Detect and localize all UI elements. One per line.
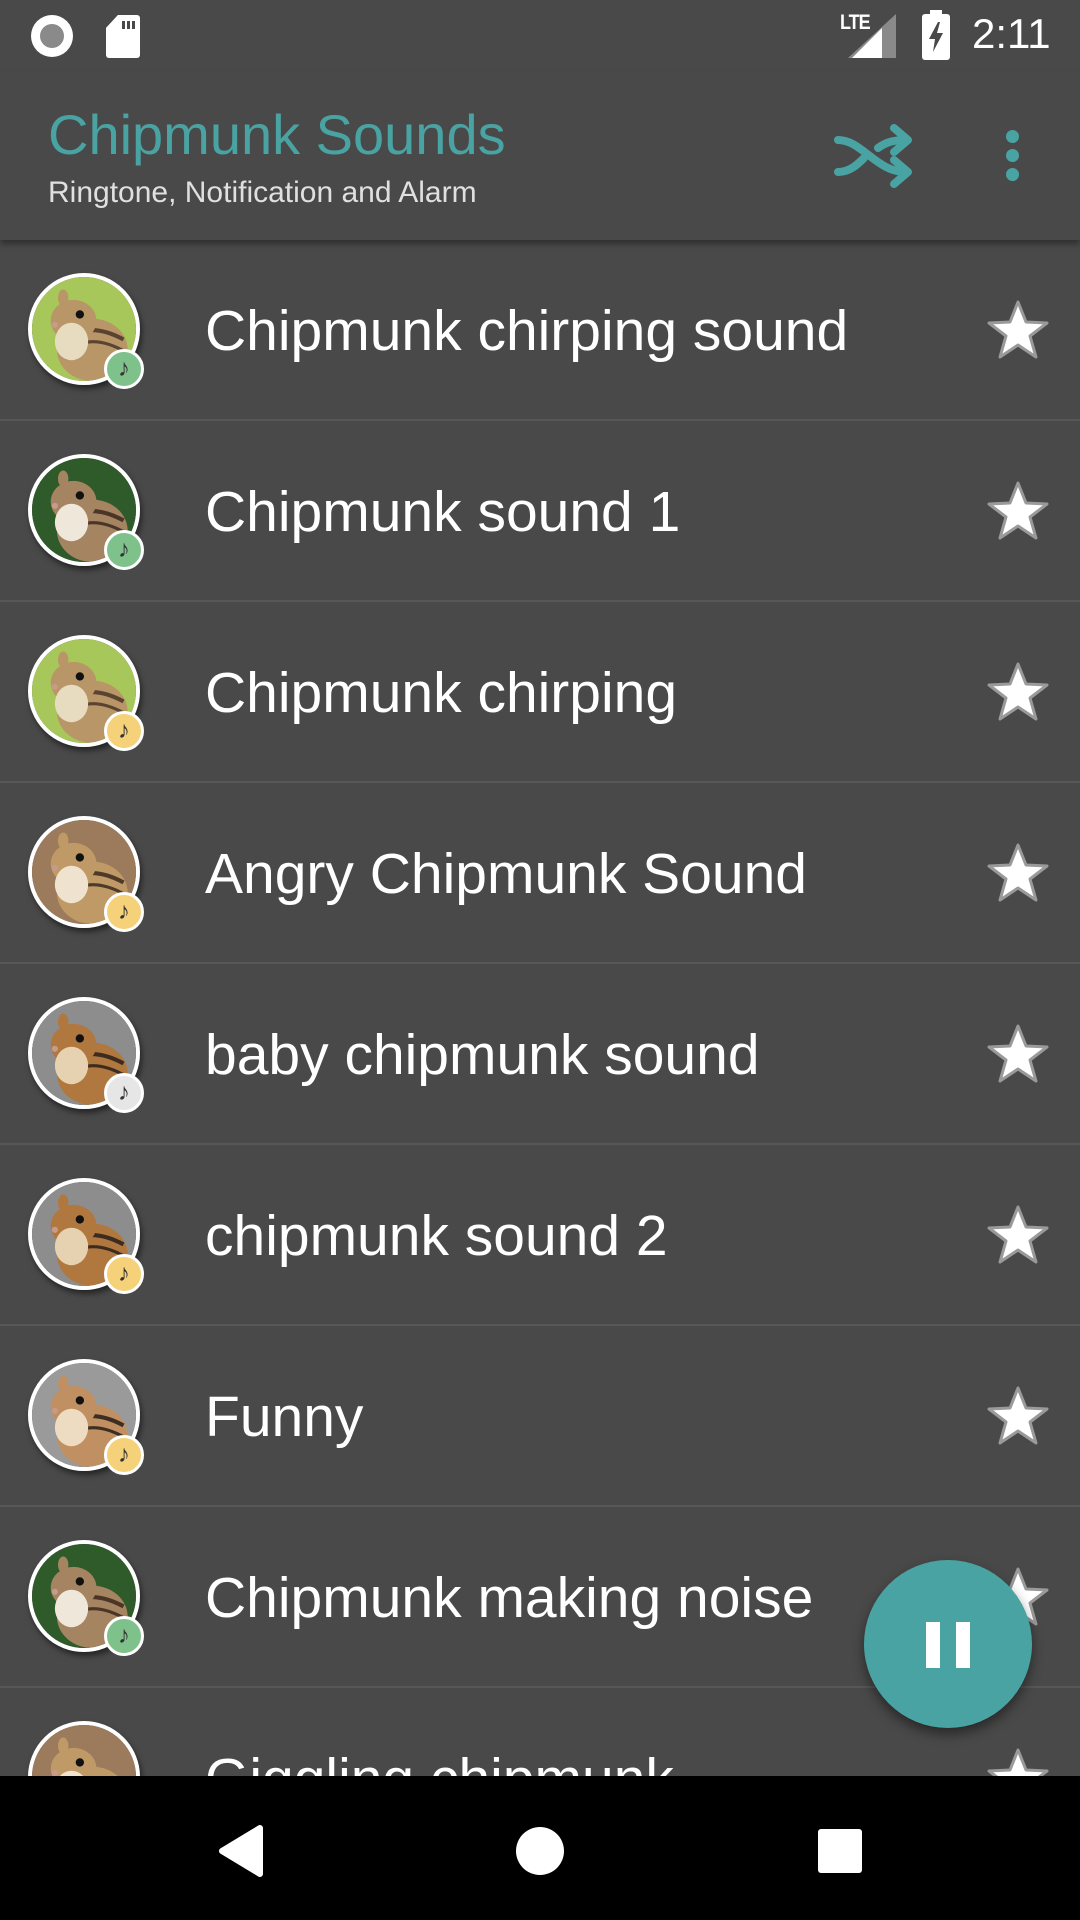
home-button[interactable] xyxy=(500,1816,580,1886)
sound-list[interactable]: ♪ Chipmunk chirping sound ♪ Chipmunk sou… xyxy=(0,240,1080,1776)
music-note-badge-icon: ♪ xyxy=(104,1073,144,1113)
sound-title: chipmunk sound 2 xyxy=(205,1204,668,1268)
music-note-badge-icon: ♪ xyxy=(104,1254,144,1294)
sound-list-item[interactable]: ♪ baby chipmunk sound xyxy=(0,964,1080,1145)
pause-icon-bar xyxy=(956,1622,970,1668)
sound-list-item[interactable]: ♪ Chipmunk chirping sound xyxy=(0,240,1080,421)
sound-avatar: ♪ xyxy=(28,816,146,934)
sound-title: Funny xyxy=(205,1385,364,1449)
sound-avatar: ♪ xyxy=(28,1540,146,1658)
music-note-badge-icon: ♪ xyxy=(104,892,144,932)
home-icon xyxy=(516,1827,564,1875)
chipmunk-photo xyxy=(28,1721,140,1776)
pause-icon xyxy=(926,1622,940,1668)
sound-list-item[interactable]: ♪ Chipmunk chirping xyxy=(0,602,1080,783)
music-note-badge-icon: ♪ xyxy=(104,1435,144,1475)
navigation-bar xyxy=(0,1776,1080,1920)
sound-avatar: ♪ xyxy=(28,635,146,753)
sound-list-item[interactable]: ♪ Chipmunk sound 1 xyxy=(0,421,1080,602)
music-note-badge-icon: ♪ xyxy=(104,349,144,389)
favorite-star-icon[interactable] xyxy=(986,479,1050,543)
sound-title: Chipmunk sound 1 xyxy=(205,480,681,544)
clock: 2:11 xyxy=(972,10,1051,57)
sound-title: baby chipmunk sound xyxy=(205,1023,760,1087)
status-bar: LTE 2:11 xyxy=(0,0,1080,72)
recents-icon xyxy=(818,1829,862,1873)
battery-charging-icon xyxy=(922,10,950,60)
sound-avatar: ♪ xyxy=(28,1721,146,1776)
more-vert-dot xyxy=(1006,168,1019,181)
sound-title: Chipmunk chirping sound xyxy=(205,299,849,363)
back-icon xyxy=(219,1825,263,1877)
back-button[interactable] xyxy=(200,1816,280,1886)
more-options-button[interactable] xyxy=(990,120,1036,190)
favorite-star-icon[interactable] xyxy=(986,660,1050,724)
sound-list-item[interactable]: ♪ Angry Chipmunk Sound xyxy=(0,783,1080,964)
favorite-star-icon[interactable] xyxy=(986,1746,1050,1776)
music-note-badge-icon: ♪ xyxy=(104,1616,144,1656)
sd-card-icon xyxy=(106,15,140,58)
shuffle-button[interactable] xyxy=(832,120,918,190)
favorite-star-icon[interactable] xyxy=(986,298,1050,362)
sound-avatar: ♪ xyxy=(28,1178,146,1296)
recents-button[interactable] xyxy=(800,1816,880,1886)
sound-avatar: ♪ xyxy=(28,273,146,391)
sound-title: Chipmunk making noise xyxy=(205,1566,814,1630)
signal-icon xyxy=(848,14,896,58)
cast-icon xyxy=(31,15,73,57)
sound-list-item[interactable]: ♪ Funny xyxy=(0,1326,1080,1507)
music-note-badge-icon: ♪ xyxy=(104,530,144,570)
sound-list-item[interactable]: ♪ chipmunk sound 2 xyxy=(0,1145,1080,1326)
sound-title: Angry Chipmunk Sound xyxy=(205,842,808,906)
sound-title: Chipmunk chirping xyxy=(205,661,678,725)
favorite-star-icon[interactable] xyxy=(986,1203,1050,1267)
sound-avatar: ♪ xyxy=(28,454,146,572)
sound-avatar: ♪ xyxy=(28,997,146,1115)
favorite-star-icon[interactable] xyxy=(986,1022,1050,1086)
more-vert-dot xyxy=(1006,149,1019,162)
favorite-star-icon[interactable] xyxy=(986,1384,1050,1448)
music-note-badge-icon: ♪ xyxy=(104,711,144,751)
shuffle-icon xyxy=(834,124,912,188)
app-title: Chipmunk Sounds xyxy=(48,103,506,166)
app-subtitle: Ringtone, Notification and Alarm xyxy=(48,176,477,209)
sound-title: Giggling chipmunk xyxy=(205,1744,865,1776)
app-bar: Chipmunk Sounds Ringtone, Notification a… xyxy=(0,72,1080,240)
pause-button[interactable] xyxy=(864,1560,1032,1728)
more-vert-icon xyxy=(1006,130,1019,143)
favorite-star-icon[interactable] xyxy=(986,841,1050,905)
sound-avatar: ♪ xyxy=(28,1359,146,1477)
